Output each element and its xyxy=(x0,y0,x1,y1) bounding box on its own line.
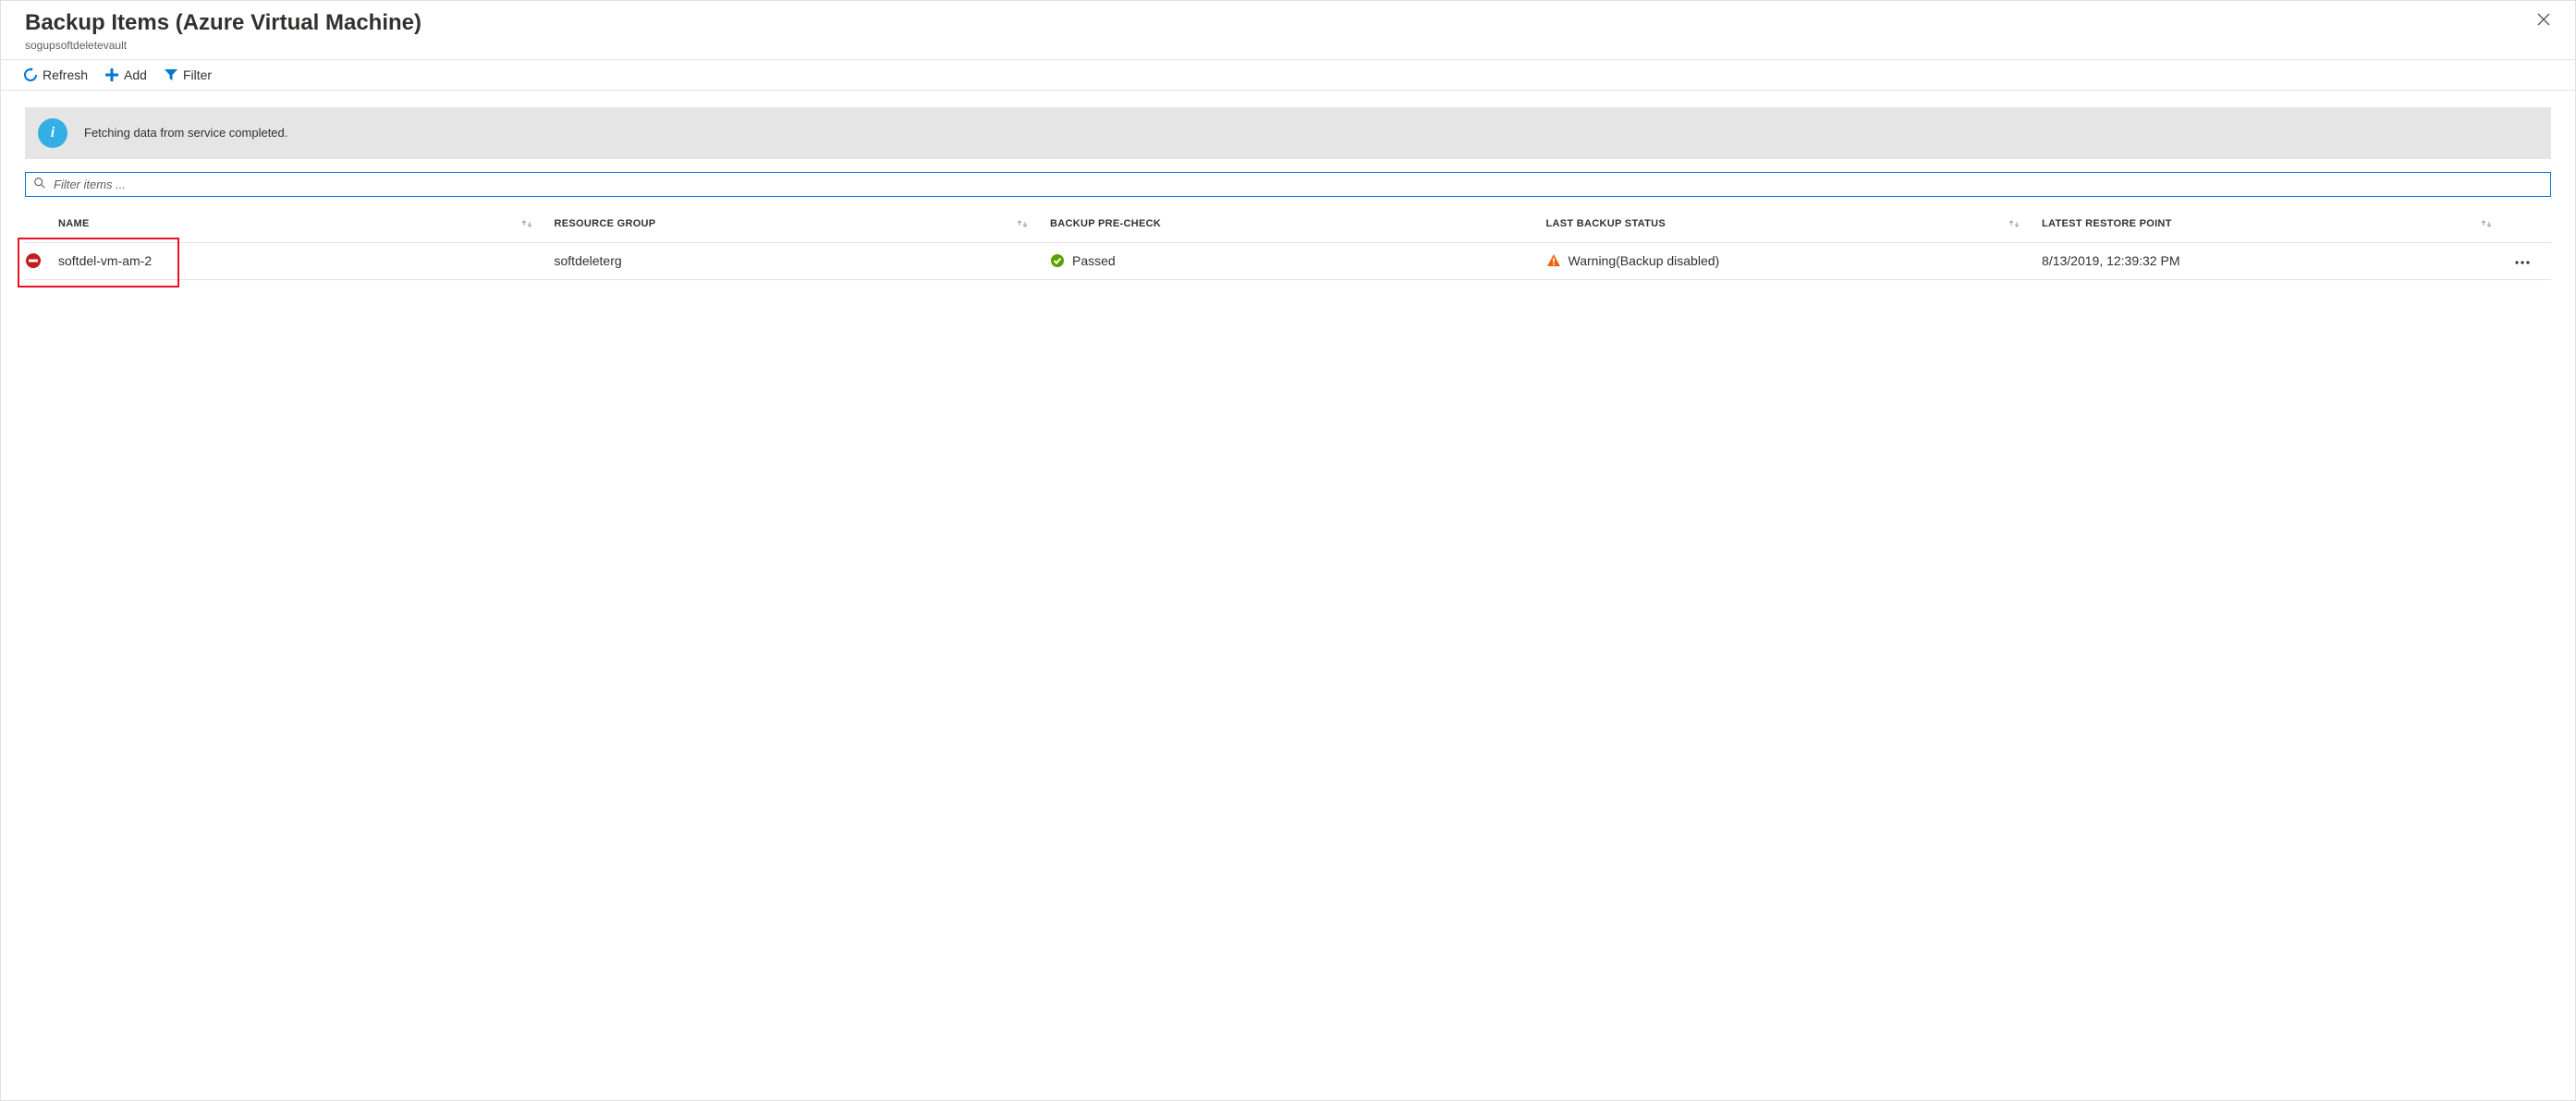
add-button[interactable]: Add xyxy=(104,67,147,82)
sort-icon xyxy=(1017,218,1028,229)
table-row[interactable]: softdel-vm-am-2 softdeleterg Passed Warn… xyxy=(25,243,2551,280)
col-precheck-label: Backup Pre-Check xyxy=(1050,218,1161,229)
sort-icon xyxy=(2008,218,2020,229)
col-last-status[interactable]: Last Backup Status xyxy=(1546,209,2043,239)
ellipsis-icon xyxy=(2514,253,2531,268)
check-icon xyxy=(1050,253,1065,268)
info-icon: i xyxy=(38,118,67,148)
add-label: Add xyxy=(124,67,147,82)
refresh-icon xyxy=(23,67,38,82)
col-restore-label: Latest Restore Point xyxy=(2042,218,2172,229)
status-notice: i Fetching data from service completed. xyxy=(25,107,2551,159)
restore-point-value: 8/13/2019, 12:39:32 PM xyxy=(2042,253,2179,268)
vault-subtitle: sogupsoftdeletevault xyxy=(25,39,421,52)
stop-icon xyxy=(25,252,42,269)
sort-icon xyxy=(521,218,532,229)
search-icon xyxy=(33,177,46,192)
col-resource-group[interactable]: Resource Group xyxy=(555,209,1051,239)
col-pre-check[interactable]: Backup Pre-Check xyxy=(1050,209,1546,239)
col-name-label: Name xyxy=(58,218,90,229)
filter-box[interactable] xyxy=(25,172,2551,197)
item-name[interactable]: softdel-vm-am-2 xyxy=(58,253,152,268)
backup-items-grid: Name Resource Group Backup Pre-Check Las… xyxy=(25,206,2551,280)
col-status-label: Last Backup Status xyxy=(1546,218,1666,229)
col-name[interactable]: Name xyxy=(58,209,555,239)
refresh-button[interactable]: Refresh xyxy=(23,67,88,82)
last-status-value: Warning(Backup disabled) xyxy=(1569,253,1720,268)
col-restore-point[interactable]: Latest Restore Point xyxy=(2042,209,2514,239)
item-resource-group: softdeleterg xyxy=(555,253,622,268)
pre-check-value: Passed xyxy=(1072,253,1116,268)
row-more-button[interactable] xyxy=(2514,244,2551,277)
col-rg-label: Resource Group xyxy=(555,218,656,229)
warning-icon xyxy=(1546,253,1561,268)
refresh-label: Refresh xyxy=(43,67,88,82)
sort-icon xyxy=(2481,218,2492,229)
notice-text: Fetching data from service completed. xyxy=(84,126,287,140)
close-icon xyxy=(2536,12,2551,27)
filter-label: Filter xyxy=(183,67,212,82)
filter-input[interactable] xyxy=(54,177,2543,191)
filter-icon xyxy=(164,67,178,82)
close-button[interactable] xyxy=(2531,10,2557,31)
page-title: Backup Items (Azure Virtual Machine) xyxy=(25,10,421,37)
filter-button[interactable]: Filter xyxy=(164,67,212,82)
grid-header: Name Resource Group Backup Pre-Check Las… xyxy=(25,206,2551,243)
plus-icon xyxy=(104,67,119,82)
